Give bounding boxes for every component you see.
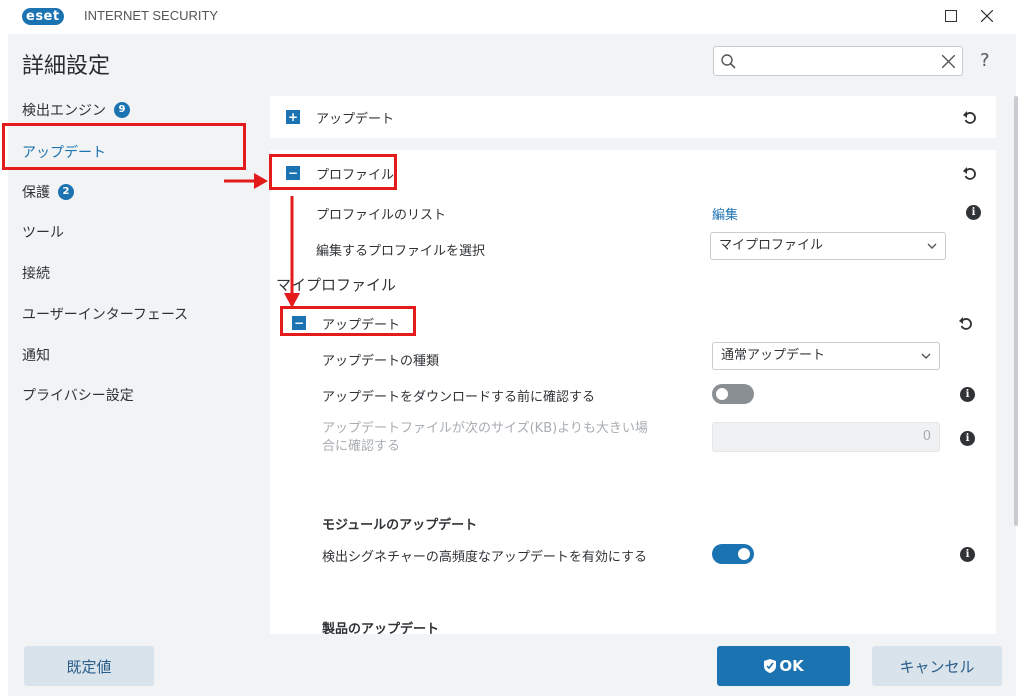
profile-section-card: − プロファイル プロファイルのリスト 編集 i 編集するプロファイルを選択 マ… bbox=[270, 150, 996, 634]
size-confirm-label: アップデートファイルが次のサイズ(KB)よりも大きい場合に確認する bbox=[322, 421, 648, 454]
search-icon bbox=[721, 54, 736, 69]
select-profile-label: 編集するプロファイルを選択 bbox=[316, 244, 486, 259]
sidebar-item-notifications[interactable]: 通知 bbox=[8, 335, 244, 375]
size-threshold-input[interactable]: 0 bbox=[712, 422, 940, 452]
highlight-box-profile bbox=[269, 154, 397, 190]
sidebar-item-protection[interactable]: 保護 2 bbox=[8, 172, 244, 212]
profile-select-value: マイプロファイル bbox=[719, 238, 824, 253]
sidebar-item-label: 保護 bbox=[22, 185, 50, 201]
edit-profile-link[interactable]: 編集 bbox=[712, 204, 738, 223]
eset-logo: eset bbox=[22, 8, 64, 25]
sidebar-item-label: 通知 bbox=[22, 348, 50, 364]
sidebar-item-label: 接続 bbox=[22, 266, 50, 282]
toggle-knob bbox=[738, 548, 750, 560]
scrollbar[interactable] bbox=[1014, 96, 1018, 526]
update-type-value: 通常アップデート bbox=[721, 348, 826, 363]
search-input[interactable] bbox=[742, 51, 932, 71]
close-button[interactable] bbox=[974, 4, 1000, 28]
highlight-box-update-subsection bbox=[280, 306, 416, 336]
count-badge: 9 bbox=[114, 102, 130, 118]
info-icon[interactable]: i bbox=[966, 205, 981, 220]
sidebar-item-connection[interactable]: 接続 bbox=[8, 253, 244, 293]
close-icon bbox=[981, 10, 993, 22]
search-box[interactable] bbox=[713, 46, 963, 76]
profile-select[interactable]: マイプロファイル bbox=[710, 232, 946, 260]
module-updates-heading: モジュールのアップデート bbox=[322, 518, 478, 533]
product-name: INTERNET SECURITY bbox=[84, 8, 219, 23]
toggle-knob bbox=[716, 388, 728, 400]
header: 詳細設定 ? bbox=[8, 34, 1016, 90]
sidebar: 検出エンジン 9 アップデート 保護 2 ツール 接続 ユーザーインターフェース… bbox=[8, 90, 268, 634]
update-section-card: + アップデート bbox=[270, 96, 996, 138]
title-bar: eset INTERNET SECURITY bbox=[0, 0, 1024, 34]
sidebar-item-label: ツール bbox=[22, 225, 64, 241]
reset-icon[interactable] bbox=[960, 163, 980, 183]
reset-icon[interactable] bbox=[960, 107, 980, 127]
clear-search-icon[interactable] bbox=[942, 55, 955, 68]
frequent-updates-toggle[interactable] bbox=[712, 544, 754, 564]
footer: 既定値 OK キャンセル bbox=[8, 634, 1016, 696]
sidebar-item-privacy[interactable]: プライバシー設定 bbox=[8, 375, 244, 415]
update-type-select[interactable]: 通常アップデート bbox=[712, 342, 940, 370]
undo-icon bbox=[963, 167, 976, 180]
sidebar-item-label: 検出エンジン bbox=[22, 103, 106, 119]
info-icon[interactable]: i bbox=[960, 387, 975, 402]
info-icon[interactable]: i bbox=[960, 431, 975, 446]
page-title: 詳細設定 bbox=[22, 54, 111, 79]
my-profile-heading: マイプロファイル bbox=[276, 276, 397, 294]
section-label-update[interactable]: アップデート bbox=[316, 108, 394, 127]
chevron-down-icon bbox=[921, 343, 931, 369]
count-badge: 2 bbox=[58, 184, 74, 200]
default-button[interactable]: 既定値 bbox=[24, 646, 154, 686]
ok-button[interactable]: OK bbox=[717, 646, 850, 686]
update-type-label: アップデートの種類 bbox=[322, 354, 440, 369]
ok-label: OK bbox=[779, 657, 804, 675]
maximize-button[interactable] bbox=[938, 4, 964, 28]
profile-list-label: プロファイルのリスト bbox=[316, 208, 447, 223]
sidebar-item-label: プライバシー設定 bbox=[22, 388, 134, 404]
sidebar-item-tools[interactable]: ツール bbox=[8, 212, 244, 252]
maximize-icon bbox=[945, 10, 957, 22]
help-button[interactable]: ? bbox=[980, 50, 990, 71]
shield-icon bbox=[764, 659, 777, 673]
confirm-download-toggle[interactable] bbox=[712, 384, 754, 404]
reset-icon[interactable] bbox=[956, 313, 976, 333]
chevron-down-icon bbox=[927, 233, 937, 259]
product-updates-heading: 製品のアップデート bbox=[322, 622, 440, 634]
sidebar-item-label: ユーザーインターフェース bbox=[22, 307, 189, 323]
frequent-updates-label: 検出シグネチャーの高頻度なアップデートを有効にする bbox=[322, 550, 648, 565]
info-icon[interactable]: i bbox=[960, 547, 975, 562]
sidebar-item-user-interface[interactable]: ユーザーインターフェース bbox=[8, 294, 244, 334]
highlight-box-sidebar-update bbox=[2, 123, 246, 170]
expand-icon[interactable]: + bbox=[286, 110, 300, 124]
confirm-download-label: アップデートをダウンロードする前に確認する bbox=[322, 390, 596, 405]
undo-icon bbox=[959, 317, 972, 330]
undo-icon bbox=[963, 111, 976, 124]
cancel-button[interactable]: キャンセル bbox=[872, 646, 1002, 686]
